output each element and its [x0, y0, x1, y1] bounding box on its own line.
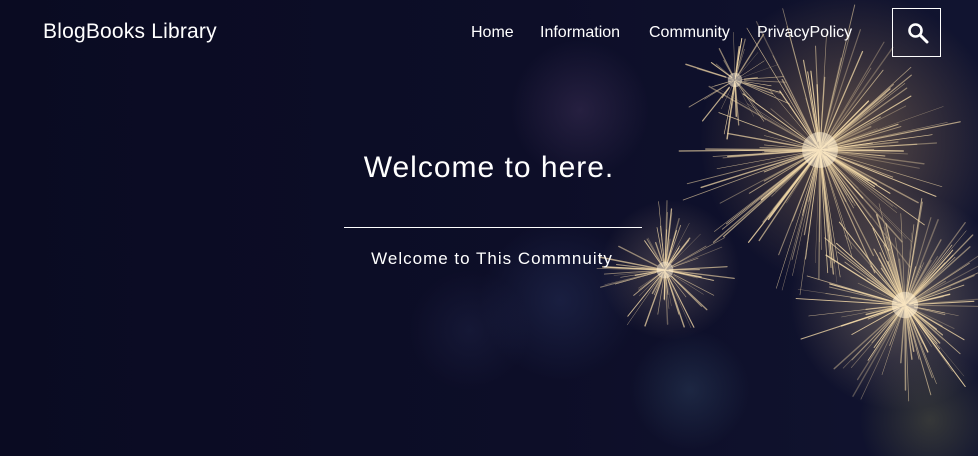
search-button[interactable] — [892, 8, 941, 57]
hero-title: Welcome to here. — [363, 151, 615, 184]
sparkler-background-image — [596, 4, 978, 402]
top-navigation-bar: BlogBooks Library Home Information Commu… — [0, 0, 978, 66]
site-brand-link[interactable]: BlogBooks Library — [43, 20, 217, 44]
hero-divider — [344, 227, 642, 228]
nav-link-information[interactable]: Information — [540, 24, 620, 42]
hero-section: BlogBooks Library Home Information Commu… — [0, 0, 978, 456]
search-icon — [908, 23, 929, 44]
hero-subtitle: Welcome to This Commnuity — [371, 249, 613, 268]
nav-link-home[interactable]: Home — [471, 24, 514, 42]
nav-link-privacy-policy[interactable]: PrivacyPolicy — [757, 24, 852, 42]
nav-link-community[interactable]: Community — [649, 24, 730, 42]
